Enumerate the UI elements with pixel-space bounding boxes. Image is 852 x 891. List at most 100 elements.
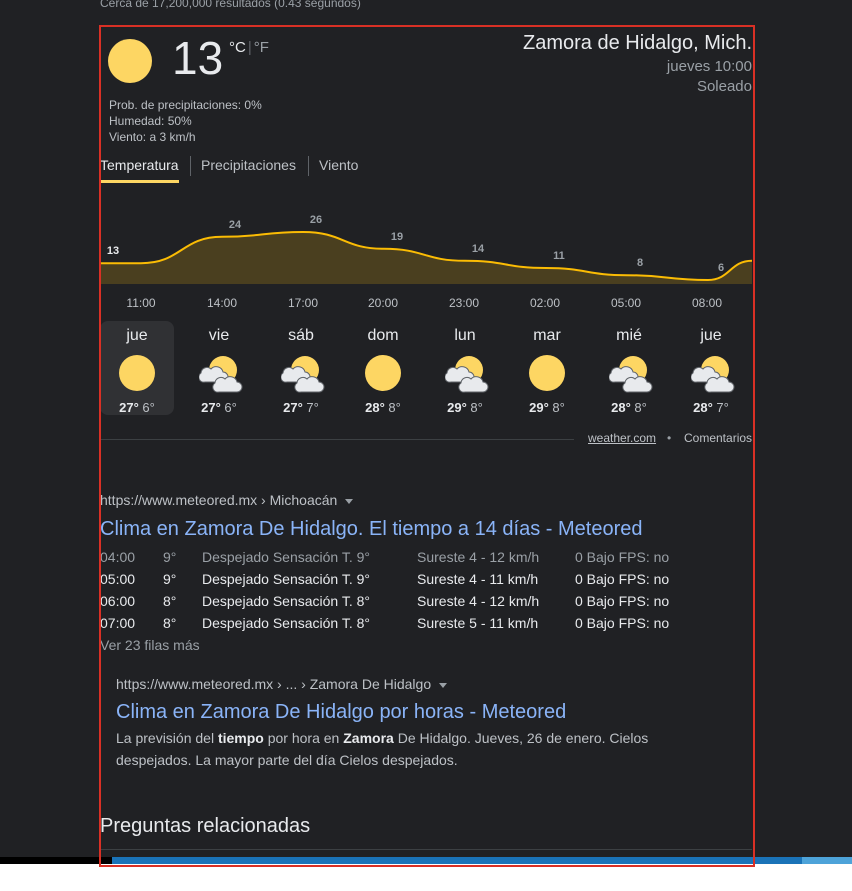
- table-cell: 06:00: [100, 593, 136, 609]
- result-title-link[interactable]: Clima en Zamora De Hidalgo por horas - M…: [116, 701, 566, 724]
- result-snippet: La previsión del tiempo por hora en Zamo…: [116, 730, 649, 768]
- temperature-point-label: 26: [310, 214, 322, 226]
- table-cell: 04:00: [100, 549, 136, 565]
- day-temperature: 27° 6°: [100, 400, 174, 415]
- chevron-down-icon[interactable]: [345, 498, 354, 504]
- day-card[interactable]: jue 27° 6°: [100, 321, 174, 415]
- bottom-bar-light: [802, 857, 852, 864]
- table-cell: 05:00: [100, 571, 136, 587]
- table-cell: 07:00: [100, 615, 136, 631]
- weather-card: 13 °C | °F Zamora de Hidalgo, Mich. jueves…: [0, 0, 852, 470]
- weather-condition: Soleado: [696, 78, 752, 95]
- tab-temperature[interactable]: Temperatura: [100, 157, 179, 173]
- day-low: 8°: [470, 400, 483, 415]
- unit-separator: |: [247, 39, 252, 56]
- day-card[interactable]: lun 29° 8°: [428, 321, 502, 415]
- partly-cloudy-icon: [608, 353, 653, 393]
- temperature-point-label: 14: [472, 243, 485, 255]
- day-name: jue: [126, 327, 148, 344]
- table-cell: Sureste 4 - 12 km/h: [417, 549, 540, 565]
- unit-celsius[interactable]: °C: [229, 39, 246, 56]
- tab-active-indicator: [100, 180, 179, 183]
- partly-cloudy-icon: [444, 353, 489, 393]
- result-breadcrumb[interactable]: https://www.meteored.mx › ... › Zamora D…: [116, 676, 448, 692]
- hour-label: 05:00: [610, 296, 642, 310]
- day-high: 28°: [693, 400, 713, 415]
- sun-icon: [363, 353, 403, 393]
- temperature-point-label: 11: [553, 250, 565, 262]
- temperature-point-label: 6: [718, 262, 724, 274]
- day-high: 28°: [611, 400, 631, 415]
- tab-wind[interactable]: Viento: [319, 157, 358, 173]
- day-temperature: 27° 7°: [264, 400, 338, 415]
- weather-datetime: jueves 10:00: [666, 58, 752, 75]
- temperature-point-label: 13: [107, 245, 119, 257]
- table-row: 07:00 8° Despejado Sensación T. 8° Sureste …: [100, 615, 700, 635]
- table-cell: Sureste 5 - 11 km/h: [417, 615, 539, 631]
- breadcrumb-text: https://www.meteored.mx › ... › Zamora D…: [116, 676, 432, 692]
- tab-divider: [308, 156, 309, 176]
- table-cell: 0 Bajo FPS: no: [575, 615, 670, 631]
- temperature-point-label: 24: [229, 219, 242, 231]
- day-high: 27°: [201, 400, 221, 415]
- source-link[interactable]: weather.com: [588, 431, 656, 445]
- humidity-stat: Humedad: 50%: [109, 114, 192, 128]
- feedback-link[interactable]: Comentarios: [684, 431, 752, 445]
- related-questions-heading: Preguntas relacionadas: [100, 815, 311, 837]
- table-cell: Sureste 4 - 11 km/h: [417, 571, 539, 587]
- weather-location: Zamora de Hidalgo, Mich.: [523, 32, 752, 54]
- breadcrumb-text: https://www.meteored.mx › Michoacán: [100, 492, 338, 508]
- hour-label: 23:00: [448, 296, 480, 310]
- day-name: mar: [533, 327, 561, 344]
- day-temperature: 28° 8°: [592, 400, 666, 415]
- day-name: mié: [616, 327, 642, 344]
- day-high: 28°: [365, 400, 385, 415]
- day-name: sáb: [288, 327, 314, 344]
- day-high: 29°: [529, 400, 549, 415]
- sun-icon: [117, 353, 157, 393]
- day-low: 8°: [634, 400, 647, 415]
- day-card[interactable]: vie 27° 6°: [182, 321, 256, 415]
- unit-toggle: °C | °F: [229, 39, 269, 56]
- footer-dot: •: [667, 431, 672, 445]
- day-card[interactable]: sáb 27° 7°: [264, 321, 338, 415]
- table-cell: Despejado Sensación T. 8°: [202, 593, 371, 609]
- current-sun-icon: [108, 39, 152, 83]
- day-name: jue: [700, 327, 722, 344]
- hour-label: 20:00: [367, 296, 399, 310]
- day-temperature: 29° 8°: [510, 400, 584, 415]
- day-card[interactable]: mar 29° 8°: [510, 321, 584, 415]
- day-temperature: 28° 8°: [346, 400, 420, 415]
- table-cell: Despejado Sensación T. 8°: [202, 615, 371, 631]
- current-temperature: 13: [172, 32, 224, 84]
- day-card[interactable]: dom 28° 8°: [346, 321, 420, 415]
- tab-divider: [190, 156, 191, 176]
- table-row: 05:00 9° Despejado Sensación T. 9° Sureste …: [100, 571, 700, 591]
- day-name: lun: [454, 327, 476, 344]
- table-cell: Despejado Sensación T. 9°: [202, 549, 371, 565]
- day-name: dom: [367, 327, 399, 344]
- table-cell: Despejado Sensación T. 9°: [202, 571, 371, 587]
- day-temperature: 28° 7°: [674, 400, 748, 415]
- day-card[interactable]: mié 28° 8°: [592, 321, 666, 415]
- chevron-down-icon[interactable]: [439, 682, 448, 688]
- tab-precipitation[interactable]: Precipitaciones: [201, 157, 296, 173]
- day-high: 29°: [447, 400, 467, 415]
- unit-fahrenheit[interactable]: °F: [254, 39, 269, 56]
- table-row: 04:00 9° Despejado Sensación T. 9° Sureste …: [100, 549, 700, 569]
- precipitation-stat: Prob. de precipitaciones: 0%: [109, 98, 262, 112]
- wind-stat: Viento: a 3 km/h: [109, 130, 196, 144]
- day-low: 6°: [224, 400, 237, 415]
- temperature-chart: 13 24 26 19 14 11 8 6: [100, 214, 752, 284]
- day-high: 27°: [283, 400, 303, 415]
- partly-cloudy-icon: [280, 353, 325, 393]
- result-title-link[interactable]: Clima en Zamora De Hidalgo. El tiempo a …: [100, 518, 642, 541]
- day-card[interactable]: jue 28° 7°: [674, 321, 748, 415]
- more-rows-link[interactable]: Ver 23 filas más: [100, 637, 200, 653]
- table-cell: Sureste 4 - 12 km/h: [417, 593, 540, 609]
- table-cell: 8°: [163, 593, 177, 609]
- table-cell: 0 Bajo FPS: no: [575, 571, 670, 587]
- sun-icon: [527, 353, 567, 393]
- result-breadcrumb[interactable]: https://www.meteored.mx › Michoacán: [100, 492, 354, 508]
- table-row: 06:00 8° Despejado Sensación T. 8° Sureste …: [100, 593, 700, 613]
